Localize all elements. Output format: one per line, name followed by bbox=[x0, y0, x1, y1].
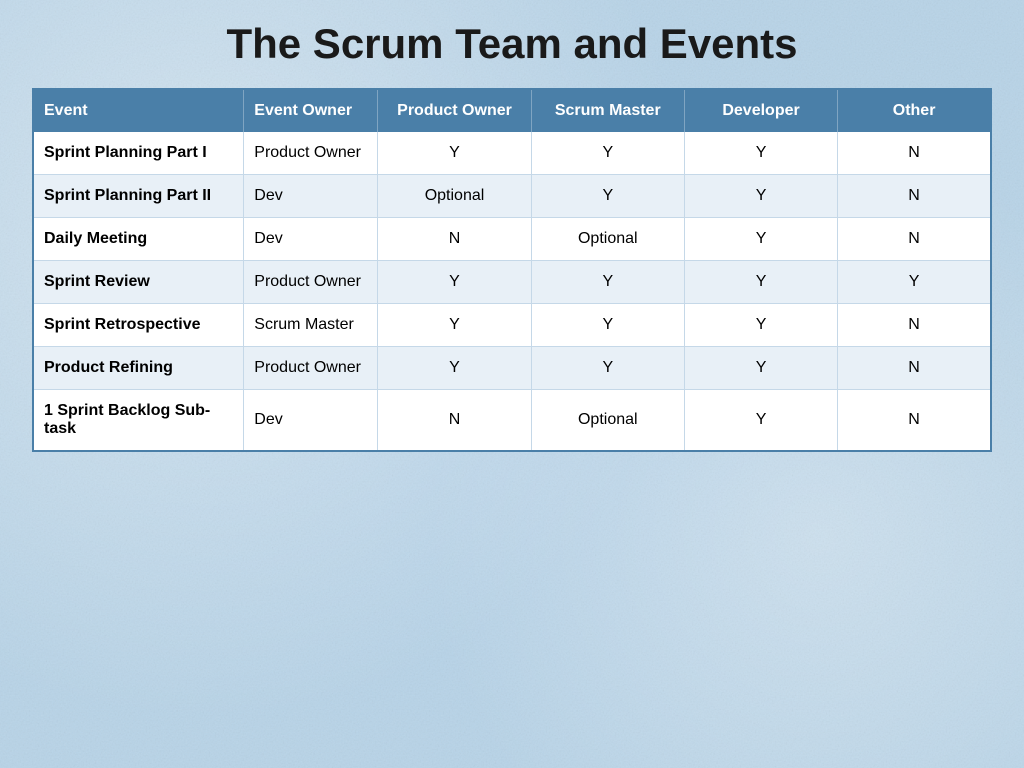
header-scrum-master: Scrum Master bbox=[531, 89, 684, 132]
cell-other: N bbox=[838, 347, 991, 390]
cell-event-owner: Product Owner bbox=[244, 347, 378, 390]
cell-event-owner: Dev bbox=[244, 390, 378, 452]
cell-other: N bbox=[838, 218, 991, 261]
table-wrapper: Event Event Owner Product Owner Scrum Ma… bbox=[32, 88, 992, 452]
table-row: Sprint RetrospectiveScrum MasterYYYN bbox=[33, 304, 991, 347]
cell-other: N bbox=[838, 304, 991, 347]
table-row: Daily MeetingDevNOptionalYN bbox=[33, 218, 991, 261]
table-row: 1 Sprint Backlog Sub-taskDevNOptionalYN bbox=[33, 390, 991, 452]
header-event-owner: Event Owner bbox=[244, 89, 378, 132]
cell-scrum-master: Y bbox=[531, 261, 684, 304]
table-row: Sprint Planning Part IIDevOptionalYYN bbox=[33, 175, 991, 218]
cell-event-owner: Product Owner bbox=[244, 132, 378, 175]
cell-product-owner: Y bbox=[378, 304, 531, 347]
table-header-row: Event Event Owner Product Owner Scrum Ma… bbox=[33, 89, 991, 132]
cell-event: Daily Meeting bbox=[33, 218, 244, 261]
cell-product-owner: N bbox=[378, 218, 531, 261]
cell-other: N bbox=[838, 390, 991, 452]
cell-developer: Y bbox=[684, 390, 837, 452]
cell-product-owner: N bbox=[378, 390, 531, 452]
cell-other: N bbox=[838, 132, 991, 175]
cell-event: Product Refining bbox=[33, 347, 244, 390]
cell-scrum-master: Y bbox=[531, 304, 684, 347]
header-event: Event bbox=[33, 89, 244, 132]
scrum-events-table: Event Event Owner Product Owner Scrum Ma… bbox=[32, 88, 992, 452]
cell-event-owner: Dev bbox=[244, 175, 378, 218]
header-product-owner: Product Owner bbox=[378, 89, 531, 132]
cell-event: Sprint Review bbox=[33, 261, 244, 304]
cell-event: Sprint Planning Part II bbox=[33, 175, 244, 218]
cell-scrum-master: Y bbox=[531, 132, 684, 175]
cell-developer: Y bbox=[684, 218, 837, 261]
cell-developer: Y bbox=[684, 175, 837, 218]
table-row: Sprint ReviewProduct OwnerYYYY bbox=[33, 261, 991, 304]
cell-product-owner: Optional bbox=[378, 175, 531, 218]
cell-product-owner: Y bbox=[378, 347, 531, 390]
table-row: Sprint Planning Part IProduct OwnerYYYN bbox=[33, 132, 991, 175]
cell-product-owner: Y bbox=[378, 261, 531, 304]
header-other: Other bbox=[838, 89, 991, 132]
cell-event: Sprint Planning Part I bbox=[33, 132, 244, 175]
cell-scrum-master: Optional bbox=[531, 218, 684, 261]
cell-event-owner: Product Owner bbox=[244, 261, 378, 304]
cell-scrum-master: Optional bbox=[531, 390, 684, 452]
cell-other: N bbox=[838, 175, 991, 218]
cell-developer: Y bbox=[684, 347, 837, 390]
cell-scrum-master: Y bbox=[531, 347, 684, 390]
cell-developer: Y bbox=[684, 304, 837, 347]
cell-developer: Y bbox=[684, 132, 837, 175]
cell-event: 1 Sprint Backlog Sub-task bbox=[33, 390, 244, 452]
cell-event-owner: Scrum Master bbox=[244, 304, 378, 347]
cell-event-owner: Dev bbox=[244, 218, 378, 261]
header-developer: Developer bbox=[684, 89, 837, 132]
cell-scrum-master: Y bbox=[531, 175, 684, 218]
cell-developer: Y bbox=[684, 261, 837, 304]
table-row: Product RefiningProduct OwnerYYYN bbox=[33, 347, 991, 390]
cell-other: Y bbox=[838, 261, 991, 304]
page-title: The Scrum Team and Events bbox=[226, 20, 797, 68]
cell-event: Sprint Retrospective bbox=[33, 304, 244, 347]
cell-product-owner: Y bbox=[378, 132, 531, 175]
